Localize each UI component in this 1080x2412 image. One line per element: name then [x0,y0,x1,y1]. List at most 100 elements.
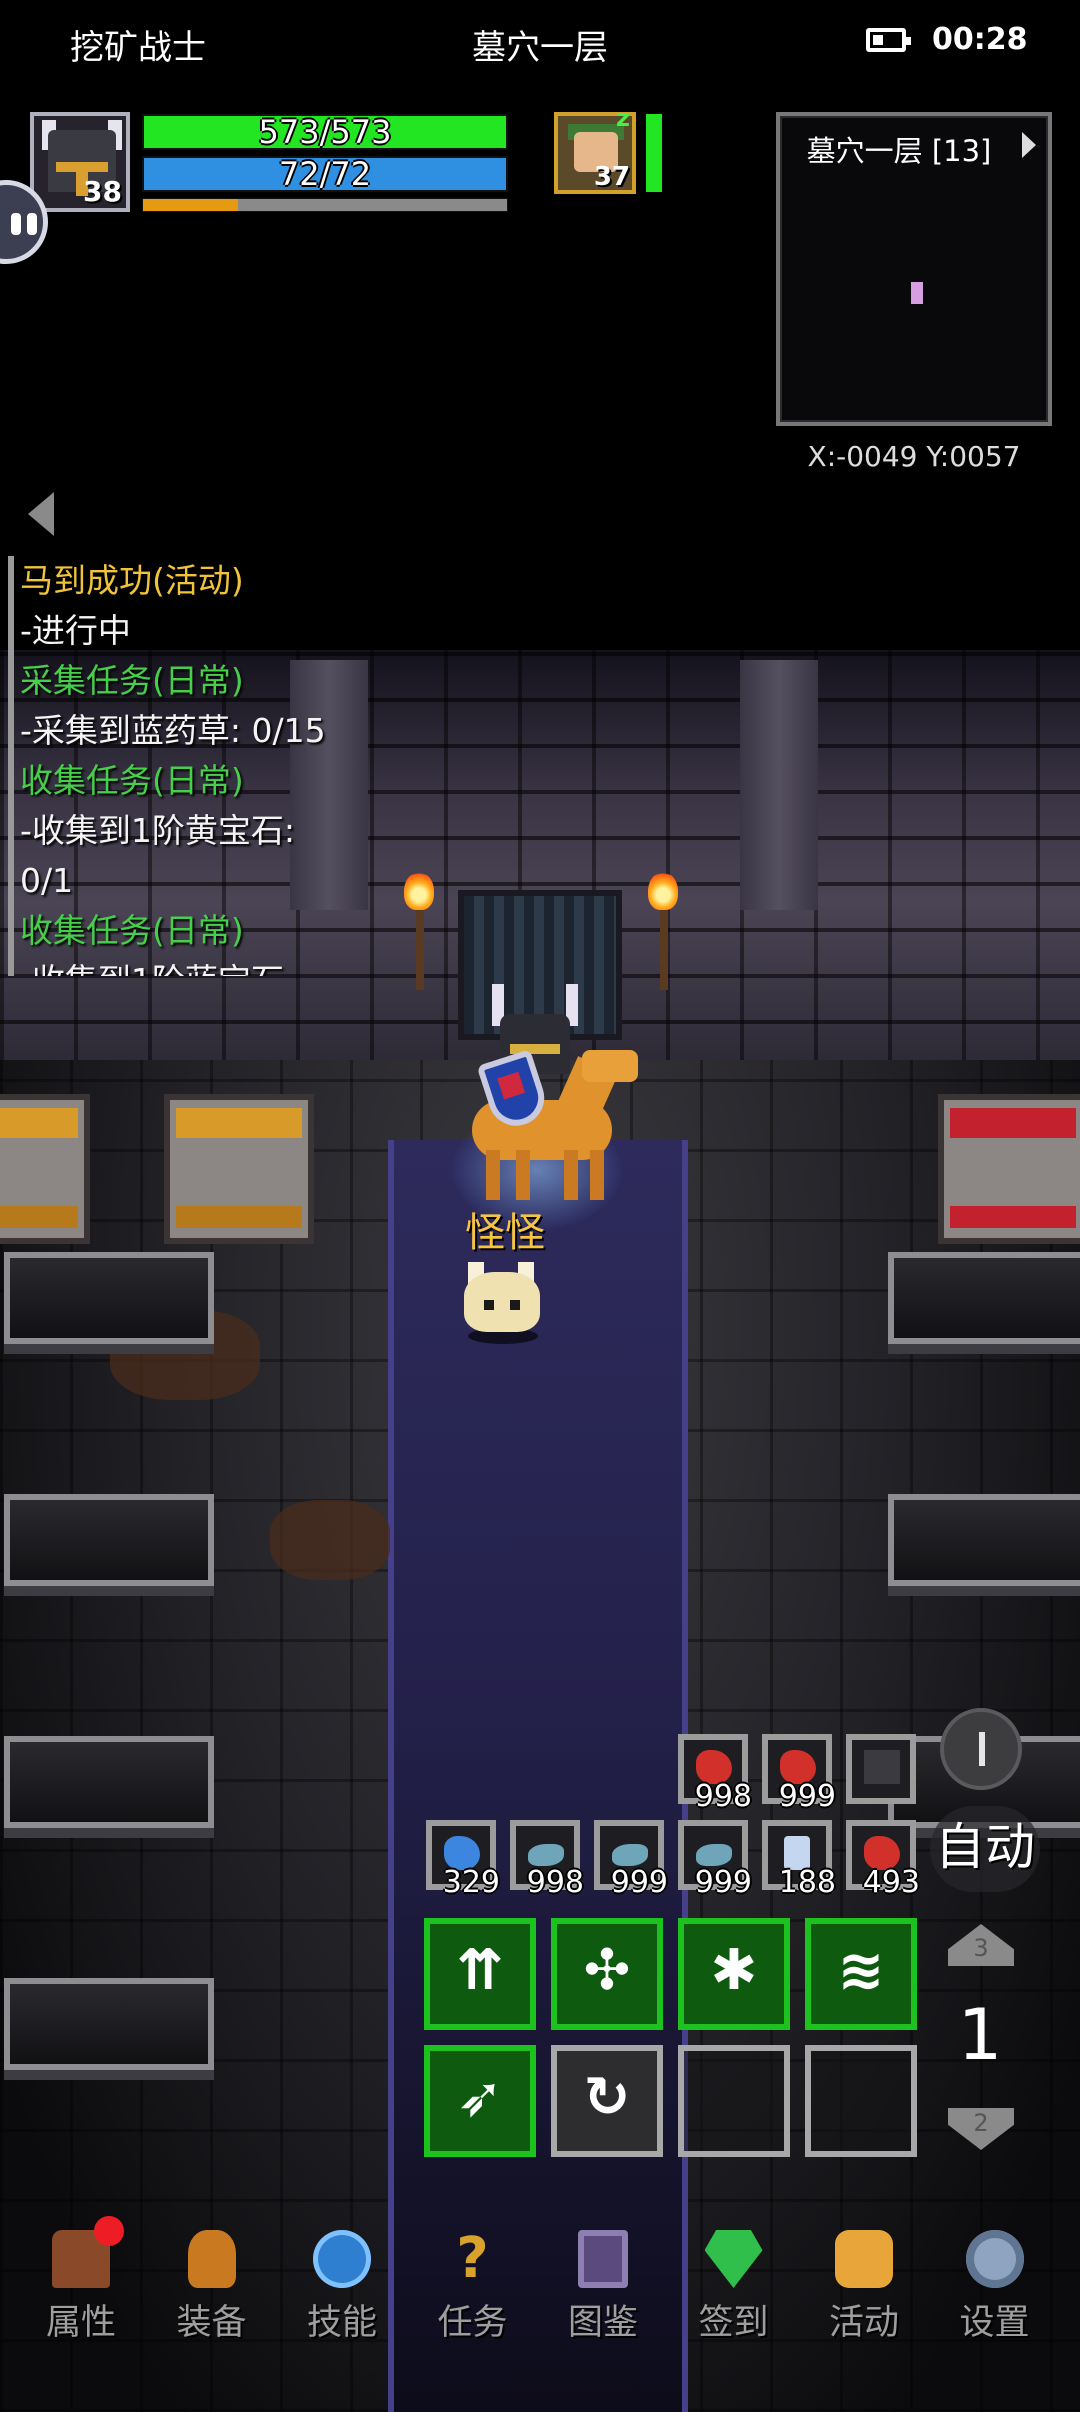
monster-summon-icon: ✣ [583,1938,631,2003]
nav-label: 签到 [698,2303,769,2343]
pet-avatar[interactable]: z 37 [554,104,636,194]
torch-flame-icon [648,872,678,910]
quest-line[interactable]: -收集到1阶蓝宝石 [20,956,348,976]
skill-slot[interactable]: ↻ [551,2045,663,2157]
item-slot[interactable]: 999 [762,1734,836,1814]
collapse-quest-icon[interactable] [28,492,54,536]
gear-icon [965,2230,1024,2288]
notification-badge [94,2216,124,2246]
quest-line[interactable]: 0/1 [20,856,348,906]
stone-coffin [888,1494,1080,1586]
item-slot[interactable]: 493 [846,1820,920,1900]
quest-line[interactable]: -收集到1阶黄宝石: [20,806,348,856]
item-slot[interactable]: 998 [510,1820,584,1900]
dash-strike-icon: ➶ [456,2065,504,2130]
item-slot[interactable]: 188 [762,1820,836,1900]
item-slot[interactable]: 999 [594,1820,668,1900]
skill-slot[interactable] [678,2045,790,2157]
book-icon [578,2230,628,2288]
status-bar: 挖矿战士 墓穴一层 00:28 [0,0,1080,86]
fish-icon [696,1844,732,1866]
item-slot[interactable]: 998 [678,1734,752,1814]
nav-item[interactable]: 属性 [16,2216,146,2345]
current-floor: 1 [957,1994,1003,2076]
rubble [270,1500,390,1580]
quest-line[interactable]: 收集任务(日常) [20,756,348,806]
nav-label: 活动 [828,2303,899,2343]
quest-line[interactable]: -进行中 [20,606,348,656]
quest-line[interactable]: 采集任务(日常) [20,656,348,706]
minimap-title: 墓穴一层 [13] [806,134,992,168]
red-treasure-chest[interactable] [938,1094,1080,1244]
player-avatar[interactable]: 38 [30,112,130,212]
stone-pillar [740,660,818,910]
item-slot[interactable]: 999 [678,1820,752,1900]
item-count: 188 [778,1865,836,1900]
pet-hp-bar [646,114,662,192]
monster-name: 怪怪 [465,1210,545,1256]
hp-bar: 573/573 [142,114,508,150]
stone-coffin [4,1978,214,2070]
torch-flame-icon [404,872,434,910]
skill-slot[interactable]: ✱ [678,1918,790,2030]
treasure-chest[interactable] [0,1094,90,1244]
quest-line[interactable]: 收集任务(日常) [20,906,348,956]
item-count: 999 [610,1865,668,1900]
player-marker-icon [911,282,923,304]
torch-icon [416,910,424,990]
map-name: 墓穴一层 [472,28,608,68]
item-count: 999 [694,1865,752,1900]
skill-slot[interactable] [805,2045,917,2157]
nav-label: 技能 [306,2303,377,2343]
stone-coffin [4,1494,214,1586]
fish-icon [612,1844,648,1866]
quest-tracker[interactable]: 马到成功(活动) -进行中 采集任务(日常) -采集到蓝药草: 0/15 收集任务(日常… [8,556,348,976]
whirlwind-icon: ↻ [583,2065,631,2130]
treasure-chest[interactable] [164,1094,314,1244]
target-switch-button[interactable] [940,1708,1022,1790]
item-count: 998 [526,1865,584,1900]
mp-text: 72/72 [278,155,372,193]
quest-line[interactable]: 马到成功(活动) [20,556,348,606]
clock: 00:28 [932,22,1028,57]
auto-battle-button[interactable]: 自动 [930,1806,1040,1892]
item-slot[interactable]: 329 [426,1820,500,1900]
nav-item[interactable]: ? 任务 [408,2230,538,2345]
player-coordinates: X:-0049 Y:0057 [807,440,1021,473]
skill-orb-icon [313,2230,371,2288]
skill-slot[interactable]: ⇈ [424,1918,536,2030]
fish-icon [528,1844,564,1866]
nav-item[interactable]: 技能 [277,2230,407,2345]
nav-label: 设置 [959,2303,1030,2343]
item-count: 999 [778,1779,836,1814]
nav-label: 装备 [176,2303,247,2343]
wave-slash-icon: ≋ [837,1938,885,2003]
item-count: 493 [862,1865,920,1900]
quest-scroll-thumb[interactable] [8,556,14,726]
stone-coffin [4,1252,214,1344]
nav-item[interactable]: 设置 [930,2230,1060,2345]
bag-icon [187,2230,236,2288]
pet-level: 37 [593,162,630,192]
minimap[interactable]: 墓穴一层 [13] [776,112,1052,426]
bottom-nav: 属性 装备 技能 ? 任务 图鉴 签到 活动 设置 [0,2216,1080,2350]
gem-icon [704,2230,763,2288]
item-slot[interactable] [846,1734,916,1804]
nav-item[interactable]: 活动 [799,2230,929,2345]
battery-icon [866,28,911,52]
nav-item[interactable]: 签到 [669,2230,799,2345]
nav-item[interactable]: 装备 [147,2230,277,2345]
nav-item[interactable]: 图鉴 [538,2230,668,2345]
quest-line[interactable]: -采集到蓝药草: 0/15 [20,706,348,756]
torch-icon [660,910,668,990]
skill-slot[interactable]: ≋ [805,1918,917,2030]
skill-slot[interactable]: ➶ [424,2045,536,2157]
xp-bar [142,198,508,212]
minimap-expand-icon[interactable] [1022,132,1036,158]
nav-label: 属性 [45,2303,116,2343]
xp-fill [143,199,238,211]
item-count: 329 [442,1865,500,1900]
skill-slot[interactable]: ✣ [551,1918,663,2030]
item-count: 998 [694,1779,752,1814]
monster-sprite[interactable] [458,1262,544,1344]
